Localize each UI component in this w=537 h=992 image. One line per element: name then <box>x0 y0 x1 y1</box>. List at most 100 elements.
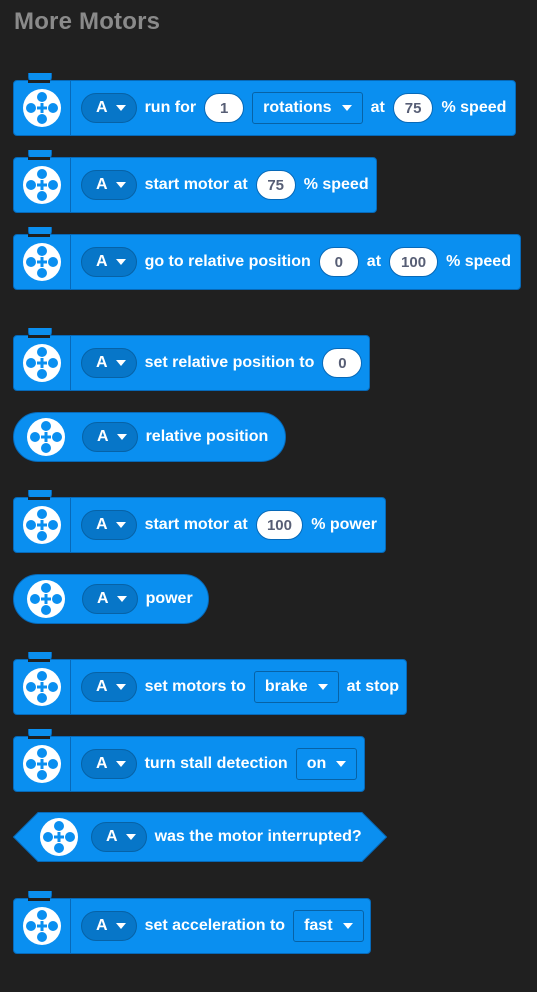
block-text: power <box>145 590 193 607</box>
power-reporter[interactable]: A power <box>13 574 209 624</box>
chevron-down-icon <box>115 182 126 188</box>
block-text: % speed <box>303 176 369 193</box>
motor-icon-box <box>14 413 78 461</box>
block-text: start motor at <box>144 516 248 533</box>
acceleration-label: fast <box>304 917 333 934</box>
motor-icon-box <box>37 812 81 862</box>
motor-icon-box <box>14 235 71 289</box>
category-title: More Motors <box>14 8 161 35</box>
port-label: A <box>106 828 118 845</box>
port-label: A <box>96 678 108 695</box>
start-motor-power-block[interactable]: A start motor at 100 % power <box>13 490 386 553</box>
port-dropdown[interactable]: A <box>81 510 137 540</box>
port-label: A <box>96 253 108 270</box>
motor-icon <box>23 344 61 382</box>
port-dropdown[interactable]: A <box>81 93 137 123</box>
chevron-down-icon <box>341 105 352 111</box>
block-text: start motor at <box>144 176 248 193</box>
motor-icon <box>23 166 61 204</box>
block-text: at <box>366 253 382 270</box>
port-label: A <box>97 428 109 445</box>
stop-mode-label: brake <box>264 678 308 695</box>
set-acceleration-block[interactable]: A set acceleration to fast <box>13 891 371 954</box>
chevron-down-icon <box>336 761 347 767</box>
port-dropdown[interactable]: A <box>81 170 137 200</box>
speed-input[interactable]: 75 <box>255 170 296 200</box>
motor-icon <box>23 907 61 945</box>
stall-state-dropdown[interactable]: on <box>295 748 358 780</box>
motor-icon-box <box>14 498 71 552</box>
go-relative-position-block[interactable]: A go to relative position 0 at 100 % spe… <box>13 227 521 290</box>
block-text: go to relative position <box>144 253 311 270</box>
position-input[interactable]: 0 <box>322 348 363 378</box>
motor-icon-box <box>14 899 71 953</box>
port-dropdown[interactable]: A <box>82 584 138 614</box>
motor-icon-box <box>14 737 71 791</box>
port-label: A <box>96 354 108 371</box>
power-input[interactable]: 100 <box>255 510 304 540</box>
position-input[interactable]: 0 <box>318 247 359 277</box>
motor-interrupted-boolean[interactable]: A was the motor interrupted? <box>13 812 387 862</box>
stall-state-label: on <box>306 755 327 772</box>
motor-icon-box <box>14 81 71 135</box>
block-text: % speed <box>441 99 507 116</box>
port-dropdown[interactable]: A <box>81 247 137 277</box>
start-motor-speed-block[interactable]: A start motor at 75 % speed <box>13 150 377 213</box>
motor-icon <box>27 418 65 456</box>
block-text: set acceleration to <box>144 917 286 934</box>
port-dropdown[interactable]: A <box>81 348 137 378</box>
stop-mode-dropdown[interactable]: brake <box>253 671 339 703</box>
port-label: A <box>96 176 108 193</box>
motor-icon-box <box>14 660 71 714</box>
block-text: % speed <box>446 253 511 270</box>
set-relative-position-block[interactable]: A set relative position to 0 <box>13 328 370 391</box>
chevron-down-icon <box>115 259 126 265</box>
block-text: relative position <box>145 428 269 445</box>
chevron-down-icon <box>115 105 126 111</box>
motor-icon-box <box>14 575 78 623</box>
chevron-down-icon <box>115 360 126 366</box>
unit-label: rotations <box>263 99 332 116</box>
speed-input[interactable]: 75 <box>392 93 434 123</box>
port-dropdown[interactable]: A <box>81 749 137 779</box>
chevron-down-icon <box>115 684 126 690</box>
motor-icon <box>40 818 78 856</box>
stall-detection-block[interactable]: A turn stall detection on <box>13 729 365 792</box>
block-text: at <box>370 99 385 116</box>
port-dropdown[interactable]: A <box>82 422 138 452</box>
motor-icon-box <box>14 158 71 212</box>
block-text: was the motor interrupted? <box>154 828 362 845</box>
chevron-down-icon <box>125 834 136 840</box>
port-label: A <box>97 590 109 607</box>
amount-input[interactable]: 1 <box>204 93 245 123</box>
motor-icon <box>23 243 61 281</box>
port-label: A <box>96 917 108 934</box>
speed-input[interactable]: 100 <box>389 247 439 277</box>
motor-icon <box>23 745 61 783</box>
set-motors-stop-block[interactable]: A set motors to brake at stop <box>13 652 407 715</box>
block-text: at stop <box>346 678 400 695</box>
port-dropdown[interactable]: A <box>81 911 137 941</box>
motor-icon <box>23 89 61 127</box>
chevron-down-icon <box>342 923 353 929</box>
port-label: A <box>96 516 108 533</box>
unit-dropdown[interactable]: rotations <box>252 92 363 124</box>
motor-icon <box>23 668 61 706</box>
port-dropdown[interactable]: A <box>91 822 147 852</box>
port-dropdown[interactable]: A <box>81 672 137 702</box>
relative-position-reporter[interactable]: A relative position <box>13 412 286 462</box>
chevron-down-icon <box>317 684 328 690</box>
port-label: A <box>96 755 108 772</box>
motor-icon <box>27 580 65 618</box>
chevron-down-icon <box>115 522 126 528</box>
block-text: % power <box>311 516 377 533</box>
run-for-block[interactable]: A run for 1 rotations at 75 % speed <box>13 73 516 136</box>
block-text: set motors to <box>144 678 246 695</box>
chevron-down-icon <box>115 923 126 929</box>
chevron-down-icon <box>116 434 127 440</box>
port-label: A <box>96 99 108 116</box>
block-text: turn stall detection <box>144 755 288 772</box>
acceleration-dropdown[interactable]: fast <box>293 910 364 942</box>
block-text: set relative position to <box>144 354 315 371</box>
motor-icon-box <box>14 336 71 390</box>
